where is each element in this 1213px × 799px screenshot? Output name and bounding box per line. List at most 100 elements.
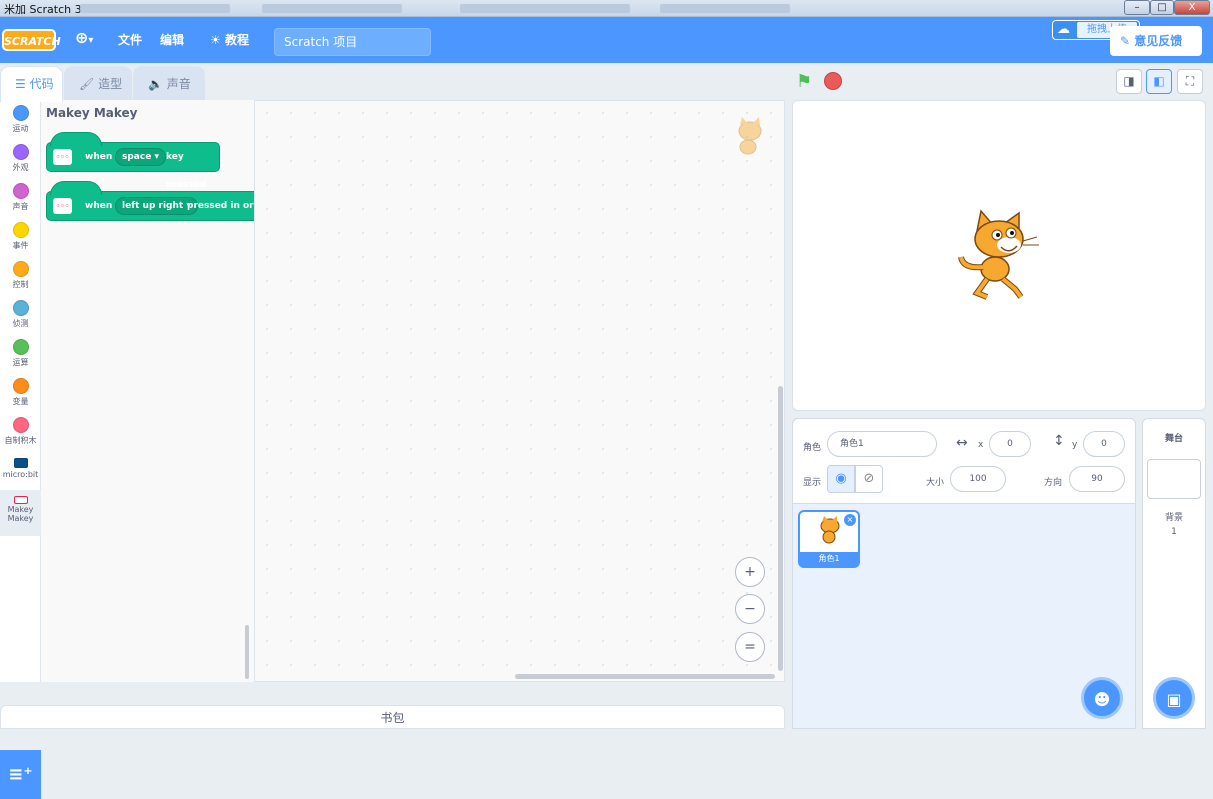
x-input[interactable]: 0 xyxy=(989,431,1031,457)
category-events[interactable]: 事件 xyxy=(0,217,41,256)
scratch-logo[interactable]: SCRATCH xyxy=(2,29,61,51)
block-when-key-pressed[interactable]: ◦◦◦ when space ▾ key pressed xyxy=(46,132,220,190)
backpack[interactable]: 书包 xyxy=(0,705,785,729)
category-dot xyxy=(12,183,29,199)
sequence-dropdown[interactable]: left up right ▾ xyxy=(115,197,198,215)
small-stage-button[interactable]: ◨ xyxy=(1116,69,1142,94)
close-icon: × xyxy=(846,515,854,524)
normal-stage-icon: ◧ xyxy=(1153,74,1165,88)
backdrops-label: 背景 xyxy=(1164,513,1183,523)
tab-sounds[interactable]: 🔈 声音 xyxy=(133,66,205,100)
key-dropdown[interactable]: space ▾ xyxy=(115,148,166,166)
fullscreen-button[interactable]: ⛶ xyxy=(1177,69,1203,94)
direction-input[interactable]: 90 xyxy=(1069,466,1125,492)
category-operators[interactable]: 运算 xyxy=(0,334,41,373)
category-dot xyxy=(12,105,29,121)
x-label: x xyxy=(978,440,984,450)
category-control[interactable]: 控制 xyxy=(0,256,41,295)
category-myblocks[interactable]: 自制积木 xyxy=(0,412,41,451)
category-looks[interactable]: 外观 xyxy=(0,139,41,178)
show-visible-button[interactable]: ◉ xyxy=(827,465,855,493)
lightbulb-icon: ☀ xyxy=(210,33,221,47)
sprite-name-input[interactable]: 角色1 xyxy=(827,431,937,457)
category-sensing[interactable]: 侦测 xyxy=(0,295,41,334)
makeymakey-icon: ◦◦◦ xyxy=(53,198,72,214)
category-makeymakey[interactable]: Makey Makey xyxy=(0,490,41,536)
stop-button[interactable] xyxy=(824,72,842,90)
palette-title: Makey Makey xyxy=(46,106,138,120)
cat-thumbnail-icon xyxy=(817,516,843,549)
edit-menu[interactable]: 编辑 xyxy=(160,31,184,48)
eye-off-icon: ⊘ xyxy=(863,471,875,486)
direction-label: 方向 xyxy=(1044,478,1063,488)
block-when-pressed-in-order[interactable]: ◦◦◦ when left up right ▾ pressed in orde… xyxy=(46,181,254,221)
stage[interactable] xyxy=(792,100,1206,411)
close-button[interactable]: X xyxy=(1174,0,1210,15)
makeymakey-icon: ◦◦◦ xyxy=(53,149,72,165)
language-menu[interactable]: ⊕▾ xyxy=(75,28,93,47)
taskbar-blur xyxy=(660,4,790,13)
y-input[interactable]: 0 xyxy=(1083,431,1125,457)
minimize-button[interactable]: – xyxy=(1124,0,1150,15)
sprite-label: 角色 xyxy=(803,443,822,453)
sprite-info: 角色 角色1 ↔ x 0 ↕ y 0 显示 ◉ ⊘ 大小 100 方向 90 xyxy=(792,418,1136,504)
cloud-icon: ☁ xyxy=(1057,22,1070,37)
code-workspace[interactable]: + − = xyxy=(255,100,785,682)
category-dot xyxy=(12,417,29,433)
window-title: 米加 Scratch 3 xyxy=(4,3,82,16)
sprite-thumbnail[interactable]: × 角色1 xyxy=(798,510,860,568)
extension-icon: ≡⁺ xyxy=(8,764,33,785)
block-palette: Makey Makey ◦◦◦ when space ▾ key pressed… xyxy=(41,100,255,682)
size-label: 大小 xyxy=(926,478,945,488)
makeymakey-icon xyxy=(13,496,28,504)
zoom-reset-icon: = xyxy=(744,639,756,655)
workspace-hscrollbar[interactable] xyxy=(515,674,775,679)
green-flag-button[interactable]: ⚑ xyxy=(796,71,812,92)
speaker-icon: 🔈 xyxy=(148,77,163,91)
add-backdrop-button[interactable]: ▣ xyxy=(1153,677,1195,719)
fullscreen-icon: ⛶ xyxy=(1185,74,1195,88)
category-dot xyxy=(12,261,29,277)
file-menu[interactable]: 文件 xyxy=(118,31,142,48)
y-label: y xyxy=(1072,440,1078,450)
tab-costumes[interactable]: 🖌 造型 xyxy=(64,66,132,100)
category-dot xyxy=(12,144,29,160)
workspace-vscrollbar[interactable] xyxy=(778,386,783,671)
tutorials-menu[interactable]: ☀ 教程 xyxy=(210,31,249,48)
category-dot xyxy=(12,378,29,394)
y-arrow-icon: ↕ xyxy=(1053,433,1065,449)
block-text: when xyxy=(85,152,113,162)
zoom-out-icon: − xyxy=(744,601,756,617)
sprite-watermark xyxy=(733,117,767,157)
cat-sprite[interactable] xyxy=(957,209,1041,304)
add-extension-button[interactable]: ≡⁺ xyxy=(0,750,41,799)
x-arrow-icon: ↔ xyxy=(956,435,968,451)
zoom-in-icon: + xyxy=(744,564,756,580)
add-sprite-button[interactable]: ☻ xyxy=(1081,677,1123,719)
size-input[interactable]: 100 xyxy=(950,466,1006,492)
zoom-reset-button[interactable]: = xyxy=(735,632,765,662)
pencil-icon: ✎ xyxy=(1120,34,1131,48)
category-sound[interactable]: 声音 xyxy=(0,178,41,217)
feedback-button[interactable]: ✎ 意见反馈 xyxy=(1110,26,1202,56)
hide-button[interactable]: ⊘ xyxy=(855,465,883,493)
block-text: when xyxy=(85,201,113,211)
category-variables[interactable]: 变量 xyxy=(0,373,41,412)
tab-code[interactable]: ☰ 代码 xyxy=(0,66,63,102)
delete-sprite-button[interactable]: × xyxy=(844,514,856,526)
palette-scrollbar[interactable] xyxy=(245,625,249,679)
project-title-input[interactable]: Scratch 项目 xyxy=(274,28,431,56)
category-menu: 运动 外观 声音 事件 控制 侦测 运算 变量 自制积木 micro:bit M… xyxy=(0,100,41,799)
normal-stage-button[interactable]: ◧ xyxy=(1146,69,1172,94)
zoom-out-button[interactable]: − xyxy=(735,594,765,624)
backdrop-thumbnail[interactable] xyxy=(1147,459,1201,499)
eye-icon: ◉ xyxy=(835,471,847,486)
taskbar-blur xyxy=(460,4,630,13)
show-label: 显示 xyxy=(803,478,822,488)
category-motion[interactable]: 运动 xyxy=(0,100,41,139)
maximize-button[interactable]: □ xyxy=(1150,0,1174,15)
category-dot xyxy=(12,222,29,238)
taskbar-blur xyxy=(262,4,402,13)
category-microbit[interactable]: micro:bit xyxy=(0,451,41,490)
zoom-in-button[interactable]: + xyxy=(735,557,765,587)
